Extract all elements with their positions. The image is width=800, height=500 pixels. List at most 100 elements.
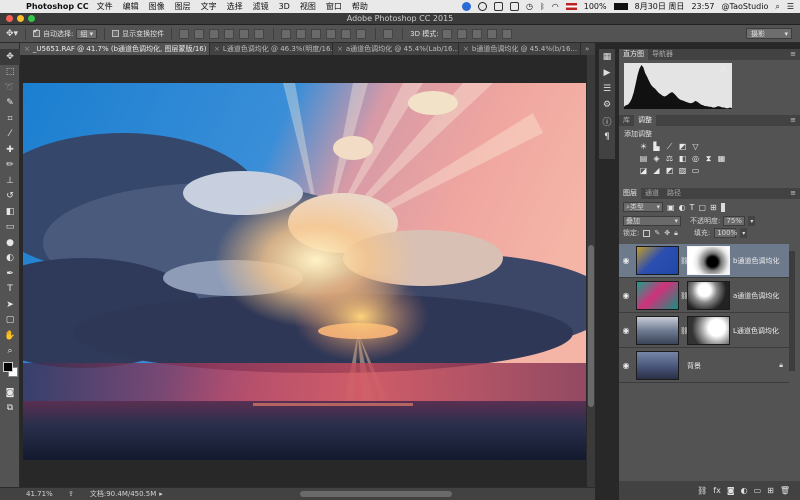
zoom-icon[interactable]: ⌕ (0, 344, 20, 360)
close-tab-icon[interactable]: × (214, 45, 220, 53)
paragraph-panel-icon[interactable]: ¶ (599, 129, 615, 145)
layer-name[interactable]: 背景 (687, 361, 701, 371)
info-icon[interactable] (461, 2, 471, 11)
healing-brush-icon[interactable]: ✚ (0, 142, 20, 158)
delete-layer-icon[interactable]: 🗑︎ (780, 486, 790, 495)
panel-menu-icon[interactable]: ≡ (790, 115, 796, 126)
bluetooth-icon[interactable]: ᛒ (540, 2, 545, 11)
lock-transparency-icon[interactable] (643, 229, 651, 237)
distribute-bottom-icon[interactable] (311, 28, 322, 39)
align-vcenter-icon[interactable] (194, 28, 205, 39)
export-icon[interactable]: ⇪ (68, 490, 74, 498)
layer-style-icon[interactable]: fx (713, 486, 721, 495)
brush-presets-icon[interactable]: ⚙ (599, 97, 615, 113)
pen-icon[interactable]: ✒ (0, 266, 20, 282)
color-lookup-icon[interactable]: ▦ (717, 154, 726, 163)
sync-icon[interactable] (493, 2, 503, 11)
workspace-select[interactable]: 摄影 ▾ (746, 28, 792, 39)
menu-layer[interactable]: 图层 (175, 1, 191, 12)
menu-select[interactable]: 选择 (227, 1, 243, 12)
new-layer-icon[interactable]: ⊞ (767, 486, 774, 495)
opacity-input[interactable]: 75% (723, 216, 746, 226)
vibrance-icon[interactable]: ▤ (639, 154, 648, 163)
visibility-eye-icon[interactable]: ◉ (619, 361, 633, 370)
scroll-thumb[interactable] (588, 245, 594, 407)
distribute-top-icon[interactable] (281, 28, 292, 39)
blend-mode-select[interactable]: 叠加 ▾ (623, 216, 681, 226)
menu-type[interactable]: 文字 (201, 1, 217, 12)
user-label[interactable]: @TaoStudio (722, 2, 769, 11)
marquee-icon[interactable]: ⬚ (0, 65, 20, 81)
shape-filter-icon[interactable]: ▢ (698, 203, 706, 212)
layer-mask-thumbnail[interactable] (687, 246, 730, 275)
info-panel-icon[interactable]: ⓘ (599, 113, 615, 129)
eyedropper-icon[interactable]: ⁄ (0, 127, 20, 143)
screen-mode-icon[interactable]: ⧉ (0, 401, 20, 417)
tab-paths[interactable]: 路径 (663, 188, 685, 199)
dodge-icon[interactable]: ◐ (0, 251, 20, 267)
lock-position-icon[interactable]: ✥ (664, 229, 670, 237)
smart-object-filter-icon[interactable]: ⊞ (710, 203, 717, 212)
panel-menu-icon[interactable]: ≡ (790, 49, 796, 60)
brush-icon[interactable]: ✏ (0, 158, 20, 174)
hand-icon[interactable]: ✋ (0, 328, 20, 344)
tab-b-channel[interactable]: × b通道色调均化 @ 45.4%(b/16... (459, 43, 581, 55)
new-adjustment-icon[interactable]: ◐ (741, 486, 748, 495)
actions-panel-icon[interactable]: ▶ (599, 65, 615, 81)
filter-toggle[interactable] (720, 202, 725, 212)
blur-icon[interactable]: ● (0, 235, 20, 251)
zoom-level[interactable]: 41.71% (26, 490, 60, 498)
selective-color-icon[interactable]: ▨ (678, 166, 687, 175)
layer-row[interactable]: ◉ ⛓ L通道色调均化 (619, 314, 789, 348)
slide-3d-icon[interactable] (486, 28, 497, 39)
curves-icon[interactable]: ⟋ (665, 142, 674, 151)
canvas-horizontal-scrollbar[interactable] (300, 491, 452, 497)
color-balance-icon[interactable]: ⚖ (665, 154, 674, 163)
layer-thumbnail[interactable] (636, 351, 679, 380)
layer-name[interactable]: L通道色调均化 (733, 326, 779, 336)
layer-name[interactable]: b通道色调均化 (733, 256, 779, 266)
layer-row[interactable]: ◉ ⛓ b通道色调均化 (619, 244, 789, 278)
mask-link-icon[interactable]: ⛓ (680, 257, 689, 265)
list-icon[interactable]: ☰ (787, 2, 794, 11)
move-tool-preset-icon[interactable]: ✥▾ (6, 29, 18, 39)
gradient-map-icon[interactable]: ▭ (691, 166, 700, 175)
properties-panel-icon[interactable]: ☰ (599, 81, 615, 97)
menu-view[interactable]: 视图 (300, 1, 316, 12)
clock-icon[interactable]: ◷ (526, 2, 533, 11)
tab-l-channel[interactable]: × L通道色调均化 @ 46.3%(明度/16... (210, 43, 333, 55)
roll-3d-icon[interactable] (456, 28, 467, 39)
tab-navigator[interactable]: 导航器 (648, 49, 677, 60)
threshold-icon[interactable]: ◩ (665, 166, 674, 175)
doc-info-menu-icon[interactable]: ▸ (159, 490, 163, 498)
search-icon[interactable]: ⌕ (775, 2, 779, 12)
flag-icon[interactable] (565, 3, 577, 10)
tab-libraries[interactable]: 库 (619, 115, 634, 126)
move-icon[interactable]: ✥ (0, 49, 20, 65)
distribute-hcenter-icon[interactable] (341, 28, 352, 39)
pixel-filter-icon[interactable]: ▣ (667, 203, 675, 212)
visibility-eye-icon[interactable]: ◉ (619, 291, 633, 300)
layer-thumbnail[interactable] (636, 281, 679, 310)
clone-stamp-icon[interactable]: ⊥ (0, 173, 20, 189)
posterize-icon[interactable]: ◢ (652, 166, 661, 175)
menu-help[interactable]: 帮助 (352, 1, 368, 12)
panel-menu-icon[interactable]: ≡ (790, 188, 796, 199)
align-top-icon[interactable] (179, 28, 190, 39)
canvas-area[interactable] (20, 55, 595, 487)
exposure-icon[interactable]: ◩ (678, 142, 687, 151)
lasso-icon[interactable]: ➰ (0, 80, 20, 96)
show-transform-checkbox[interactable] (112, 30, 120, 37)
adjustment-filter-icon[interactable]: ◐ (679, 203, 686, 212)
menu-3d[interactable]: 3D (279, 2, 290, 11)
scale-3d-icon[interactable] (501, 28, 512, 39)
foreground-color-swatch[interactable] (3, 362, 13, 372)
menu-filter[interactable]: 滤镜 (253, 1, 269, 12)
layer-thumbnail[interactable] (636, 316, 679, 345)
layer-mask-thumbnail[interactable] (687, 316, 730, 345)
quick-select-icon[interactable]: ✎ (0, 96, 20, 112)
menu-edit[interactable]: 编辑 (123, 1, 139, 12)
visibility-eye-icon[interactable]: ◉ (619, 256, 633, 265)
quick-mask-icon[interactable]: ◙ (0, 385, 20, 401)
orbit-3d-icon[interactable] (441, 28, 452, 39)
